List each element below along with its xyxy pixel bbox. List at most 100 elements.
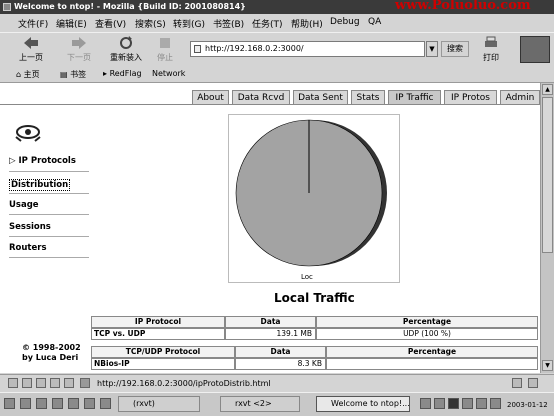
menu-qa[interactable]: QA bbox=[368, 17, 381, 27]
nav-usage[interactable]: Usage bbox=[9, 200, 39, 210]
table-cell: UDP (100 %) bbox=[316, 328, 538, 340]
forward-button[interactable]: 下一页 bbox=[62, 35, 96, 63]
page-icon bbox=[194, 45, 201, 53]
table-cell bbox=[326, 358, 538, 370]
home-folder-icon[interactable] bbox=[20, 398, 31, 409]
browser-icon[interactable] bbox=[84, 398, 95, 409]
desktop-taskbar: (rxvt) rxvt <2> Welcome to ntop!... 2003… bbox=[0, 392, 554, 416]
tab-ip-traffic[interactable]: IP Traffic bbox=[388, 90, 441, 104]
menu-go[interactable]: 转到(G) bbox=[173, 17, 205, 30]
lock-icon bbox=[80, 378, 90, 388]
search-button[interactable]: 搜索 bbox=[441, 41, 469, 57]
menu-debug[interactable]: Debug bbox=[330, 17, 360, 27]
security-icon[interactable] bbox=[528, 378, 538, 388]
home-icon: ⌂ bbox=[16, 70, 22, 79]
watermark: www.Poluoluo.com bbox=[395, 0, 531, 13]
online-status-icon[interactable] bbox=[512, 378, 522, 388]
print-label: 打印 bbox=[483, 53, 499, 62]
table1-header-data: Data bbox=[225, 316, 316, 328]
scroll-up-button[interactable]: ▲ bbox=[542, 84, 553, 95]
back-button[interactable]: 上一页 bbox=[14, 35, 48, 63]
start-menu-icon[interactable] bbox=[4, 398, 15, 409]
copyright-line: © 1998-2002 bbox=[22, 343, 81, 352]
taskbar-ntop-window[interactable]: Welcome to ntop!... bbox=[316, 396, 410, 412]
nav-ip-protocols[interactable]: ▷ IP Protocols bbox=[9, 156, 76, 166]
title-bar[interactable]: Welcome to ntop! - Mozilla {Build ID: 20… bbox=[0, 0, 554, 14]
menu-file[interactable]: 文件(F) bbox=[18, 17, 48, 30]
url-dropdown-button[interactable]: ▼ bbox=[426, 41, 438, 57]
vertical-scrollbar[interactable]: ▲ ▼ bbox=[540, 83, 554, 373]
navigator-icon[interactable] bbox=[8, 378, 18, 388]
tab-stats[interactable]: Stats bbox=[351, 90, 385, 104]
nav-divider bbox=[9, 171, 89, 172]
menu-tasks[interactable]: 任务(T) bbox=[252, 17, 283, 30]
menu-bookmarks[interactable]: 书签(B) bbox=[213, 17, 244, 30]
personal-toolbar: ⌂ 主页 ▤ 书签 ▸ RedFlag Network bbox=[0, 66, 554, 83]
tray-icon[interactable] bbox=[476, 398, 487, 409]
chat-icon[interactable] bbox=[64, 378, 74, 388]
stop-button[interactable]: 停止 bbox=[152, 35, 178, 63]
ntop-logo-icon bbox=[15, 125, 41, 142]
scroll-down-button[interactable]: ▼ bbox=[542, 360, 553, 371]
nav-routers[interactable]: Routers bbox=[9, 243, 47, 253]
tab-admin[interactable]: Admin bbox=[500, 90, 540, 104]
bookmark-icon: ▤ bbox=[60, 70, 68, 79]
menu-edit[interactable]: 编辑(E) bbox=[56, 17, 87, 30]
clock: 2003-01-12 bbox=[507, 401, 548, 409]
nav-sessions[interactable]: Sessions bbox=[9, 222, 51, 232]
copyright-author: by Luca Deri bbox=[22, 353, 79, 362]
mail-icon[interactable] bbox=[22, 378, 32, 388]
address-book-icon[interactable] bbox=[50, 378, 60, 388]
printer-icon bbox=[485, 36, 497, 47]
window-menu-icon[interactable] bbox=[3, 3, 11, 11]
composer-icon[interactable] bbox=[36, 378, 46, 388]
menu-search[interactable]: 搜索(S) bbox=[135, 17, 166, 30]
nav-divider bbox=[9, 214, 89, 215]
chevron-down-icon: ▼ bbox=[429, 45, 435, 53]
terminal-icon[interactable] bbox=[36, 398, 47, 409]
stop-icon bbox=[160, 38, 170, 48]
table1-header-percentage: Percentage bbox=[316, 316, 538, 328]
input-method-icon[interactable] bbox=[448, 398, 459, 409]
tray-icon[interactable] bbox=[434, 398, 445, 409]
editor-icon[interactable] bbox=[100, 398, 111, 409]
reload-button[interactable]: 重新装入 bbox=[106, 35, 146, 63]
table2-header-percentage: Percentage bbox=[326, 346, 538, 358]
redflag-link[interactable]: ▸ RedFlag bbox=[103, 69, 142, 78]
bookmarks-button[interactable]: ▤ 书签 bbox=[60, 69, 86, 80]
pie-slice-label: Loc bbox=[301, 273, 313, 281]
url-input[interactable]: http://192.168.0.2:3000/ bbox=[190, 41, 425, 57]
taskbar-rxvt-2[interactable]: rxvt <2> bbox=[220, 396, 300, 412]
menu-help[interactable]: 帮助(H) bbox=[291, 17, 323, 30]
home-button[interactable]: ⌂ 主页 bbox=[16, 69, 40, 80]
url-text: http://192.168.0.2:3000/ bbox=[205, 44, 304, 53]
help-icon[interactable] bbox=[68, 398, 79, 409]
reload-icon bbox=[120, 36, 132, 49]
print-button[interactable]: 打印 bbox=[478, 35, 504, 63]
settings-icon[interactable] bbox=[52, 398, 63, 409]
nav-divider bbox=[9, 257, 89, 258]
home-label: 主页 bbox=[23, 70, 40, 79]
menu-view[interactable]: 查看(V) bbox=[95, 17, 126, 30]
reload-label: 重新装入 bbox=[110, 53, 142, 62]
stop-label: 停止 bbox=[157, 53, 173, 62]
table-cell: 139.1 MB bbox=[225, 328, 316, 340]
tab-ip-protos[interactable]: IP Protos bbox=[444, 90, 497, 104]
copyright: © 1998-2002 by Luca Deri bbox=[22, 343, 81, 363]
taskbar-rxvt-1[interactable]: (rxvt) bbox=[118, 396, 200, 412]
browser-throbber-logo[interactable] bbox=[520, 36, 550, 63]
scroll-thumb[interactable] bbox=[542, 97, 553, 253]
tab-about[interactable]: About bbox=[192, 90, 229, 104]
nav-distribution[interactable]: Distribution bbox=[9, 179, 71, 191]
tray-icon[interactable] bbox=[462, 398, 473, 409]
triangle-right-icon: ▷ bbox=[9, 156, 16, 166]
forward-arrow-icon bbox=[72, 37, 86, 49]
nav-ip-protocols-label: IP Protocols bbox=[18, 156, 76, 166]
network-link[interactable]: Network bbox=[152, 69, 185, 78]
tab-data-rcvd[interactable]: Data Rcvd bbox=[232, 90, 290, 104]
tray-icon[interactable] bbox=[490, 398, 501, 409]
tab-data-sent[interactable]: Data Sent bbox=[293, 90, 348, 104]
table-cell: TCP vs. UDP bbox=[91, 328, 225, 340]
tab-divider bbox=[0, 104, 540, 105]
tray-icon[interactable] bbox=[420, 398, 431, 409]
